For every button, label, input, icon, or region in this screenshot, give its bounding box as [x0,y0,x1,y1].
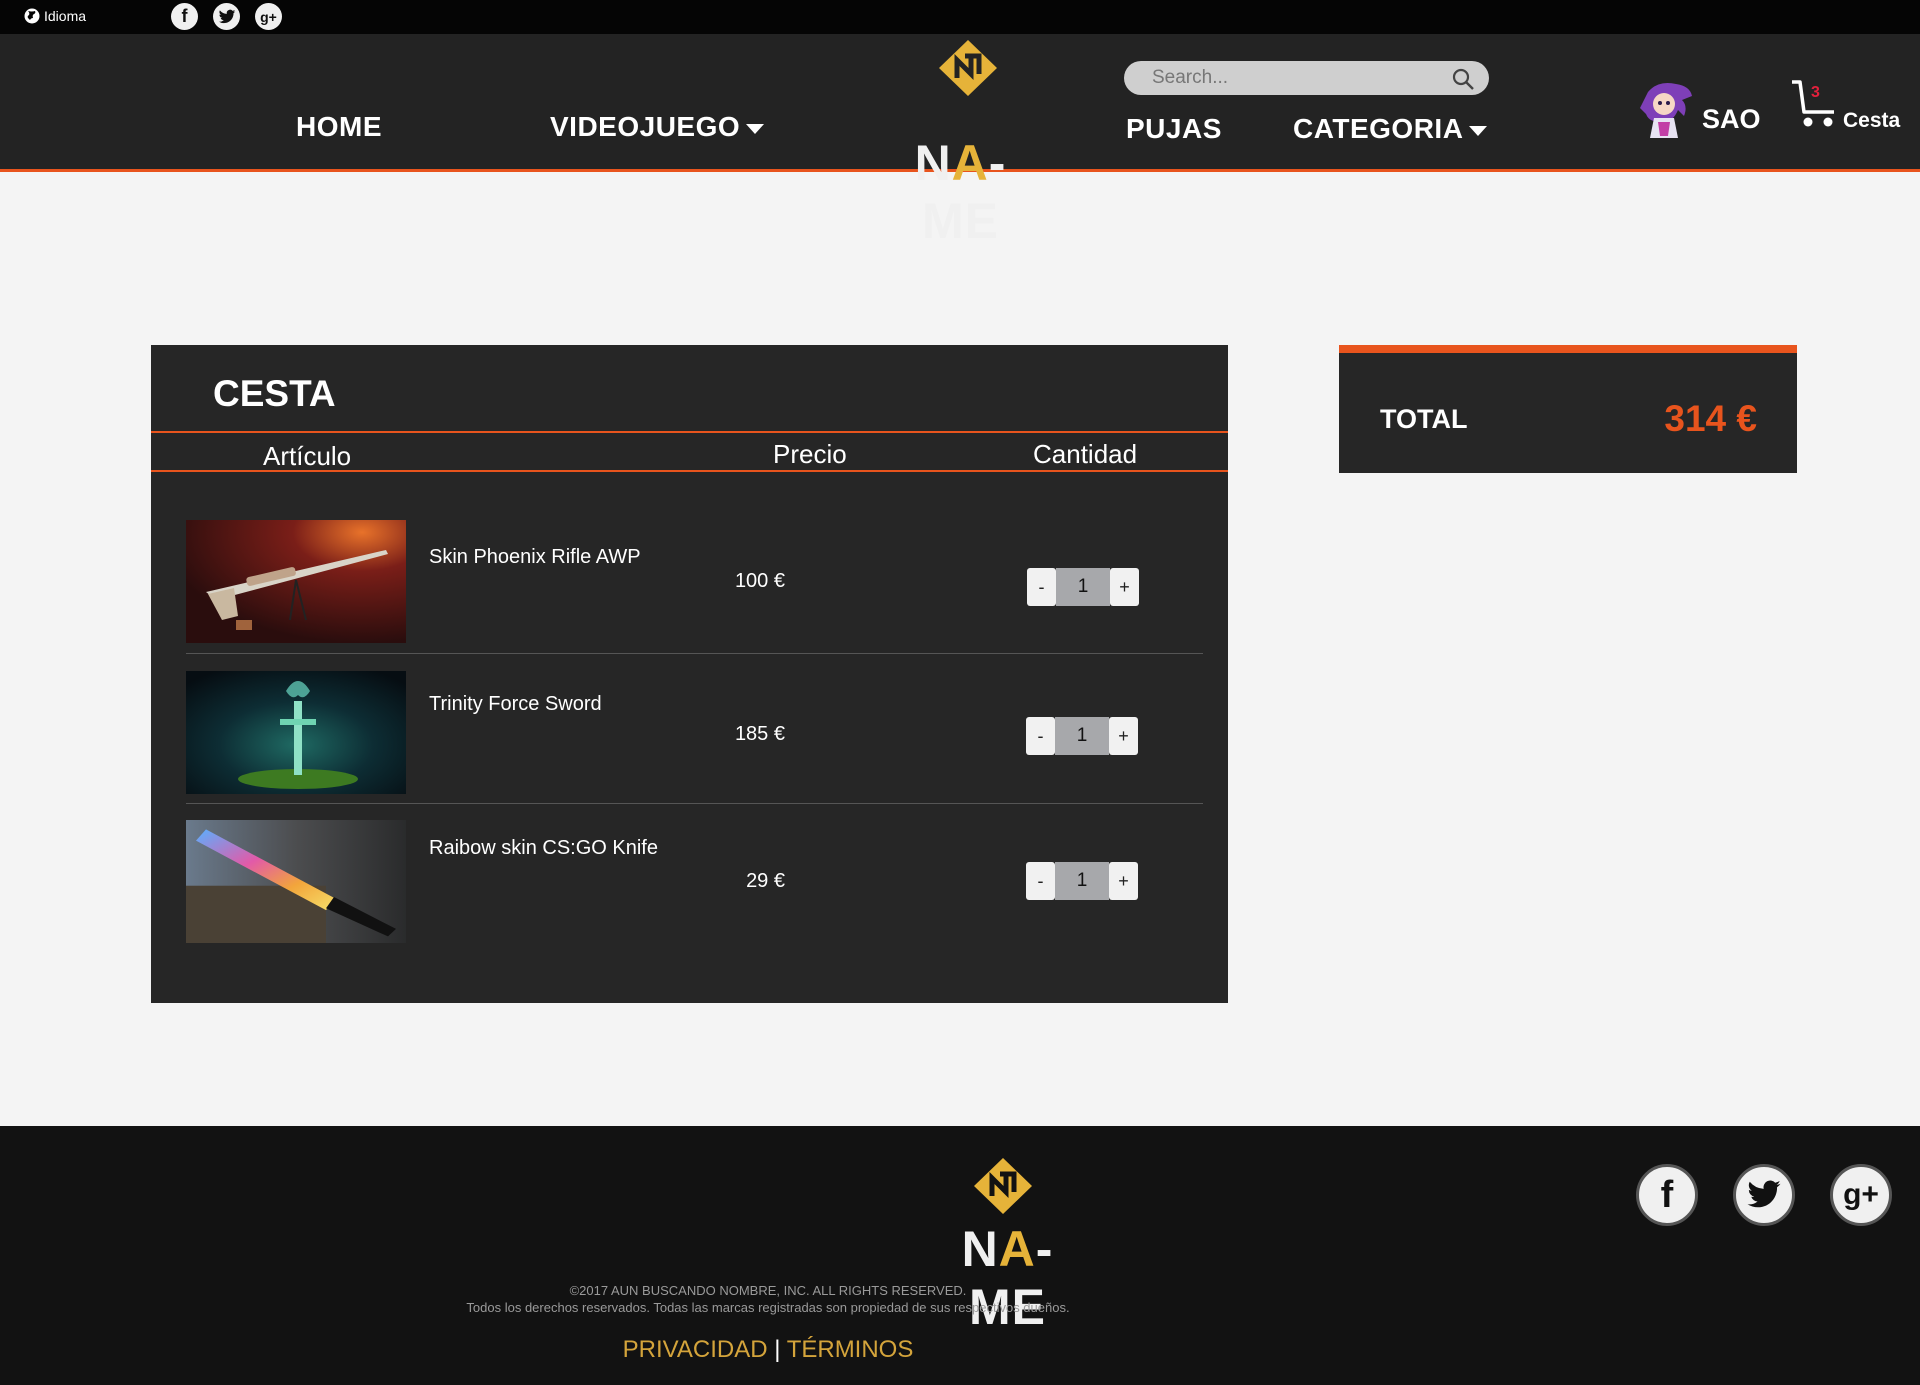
item-thumbnail-knife[interactable] [186,820,406,943]
google-plus-icon[interactable]: g+ [1830,1164,1892,1226]
item-price: 100 € [734,570,785,592]
decrease-quantity-button[interactable]: - [1027,568,1056,606]
footer-link-separator: | [774,1336,781,1363]
nav-categoria-label: CATEGORIA [1293,113,1464,144]
terms-link[interactable]: TÉRMINOS [787,1336,914,1363]
total-value: 314 € [1664,398,1757,439]
top-social-links: f g+ [171,3,282,30]
item-name[interactable]: Trinity Force Sword [429,693,602,716]
quantity-stepper: - 1 + [1027,568,1139,606]
cart-item: Skin Phoenix Rifle AWP 100 € - 1 + [186,520,1203,654]
item-name[interactable]: Raibow skin CS:GO Knife [429,837,658,860]
search-input[interactable] [1152,66,1442,90]
chevron-down-icon [746,123,765,134]
top-bar: Idioma f g+ [0,0,1920,34]
cart-item: Trinity Force Sword 185 € - 1 + [186,671,1203,804]
nav-home[interactable]: HOME [296,111,382,143]
nav-categoria[interactable]: CATEGORIA [1293,113,1488,145]
logo-mark-icon [939,40,997,96]
footer-social-links: f g+ [1636,1164,1892,1226]
footer-rights: Todos los derechos reservados. Todas las… [466,1300,1070,1315]
quantity-value[interactable]: 1 [1055,717,1109,755]
cart-count-badge: 3 [1811,84,1820,101]
chevron-down-icon [1469,125,1488,136]
cart-title: CESTA [213,373,336,414]
footer-logo-text: NA-ME [961,1221,1054,1335]
footer-copyright: ©2017 AUN BUSCANDO NOMBRE, INC. ALL RIGH… [569,1283,967,1298]
cart-label[interactable]: Cesta [1843,109,1900,133]
google-plus-icon[interactable]: g+ [255,3,282,30]
column-price: Precio [773,439,847,469]
item-thumbnail-sword[interactable] [186,671,406,794]
quantity-stepper: - 1 + [1026,717,1138,755]
item-thumbnail-awp[interactable] [186,520,406,643]
twitter-icon[interactable] [1733,1164,1795,1226]
cart-columns-header: Artículo Precio Cantidad [151,431,1228,472]
increase-quantity-button[interactable]: + [1109,717,1138,755]
item-price: 185 € [734,723,785,745]
footer-logo[interactable]: NA-ME [925,1156,1090,1335]
item-price: 29 € [746,870,785,892]
twitter-icon[interactable] [213,3,240,30]
language-label: Idioma [44,8,87,24]
search-icon[interactable] [1451,67,1475,91]
main-header: HOME VIDEOJUEGO NA-ME PUJAS CATEGORIA SA… [0,34,1920,249]
decrease-quantity-button[interactable]: - [1026,862,1055,900]
footer: NA-ME ©2017 AUN BUSCANDO NOMBRE, INC. AL… [0,1126,1920,1385]
privacy-link[interactable]: PRIVACIDAD [623,1336,768,1363]
increase-quantity-button[interactable]: + [1110,568,1139,606]
logo-text: NA-ME [914,135,1007,249]
nav-videojuego[interactable]: VIDEOJUEGO [550,111,765,143]
facebook-icon[interactable]: f [171,3,198,30]
user-name[interactable]: SAO [1702,104,1761,135]
total-label: TOTAL [1380,404,1468,434]
column-quantity: Cantidad [1033,439,1138,469]
facebook-icon[interactable]: f [1636,1164,1698,1226]
total-summary: TOTAL 314 € [1339,345,1797,473]
cart-panel: CESTA Artículo Precio Cantidad Skin Phoe… [151,345,1228,1003]
nav-pujas[interactable]: PUJAS [1126,113,1222,145]
decrease-quantity-button[interactable]: - [1026,717,1055,755]
search-bar [1124,61,1489,95]
quantity-value[interactable]: 1 [1056,568,1110,606]
quantity-value[interactable]: 1 [1055,862,1109,900]
increase-quantity-button[interactable]: + [1109,862,1138,900]
quantity-stepper: - 1 + [1026,862,1138,900]
item-name[interactable]: Skin Phoenix Rifle AWP [429,546,641,569]
nav-videojuego-label: VIDEOJUEGO [550,111,741,142]
cart-item: Raibow skin CS:GO Knife 29 € - 1 + [186,820,1203,951]
avatar[interactable] [1638,80,1694,142]
column-article: Artículo [263,441,352,471]
footer-links: PRIVACIDAD | TÉRMINOS [0,1336,1536,1364]
logo-mark-icon [974,1158,1032,1214]
globe-icon [24,8,40,24]
language-selector[interactable]: Idioma [24,8,86,24]
